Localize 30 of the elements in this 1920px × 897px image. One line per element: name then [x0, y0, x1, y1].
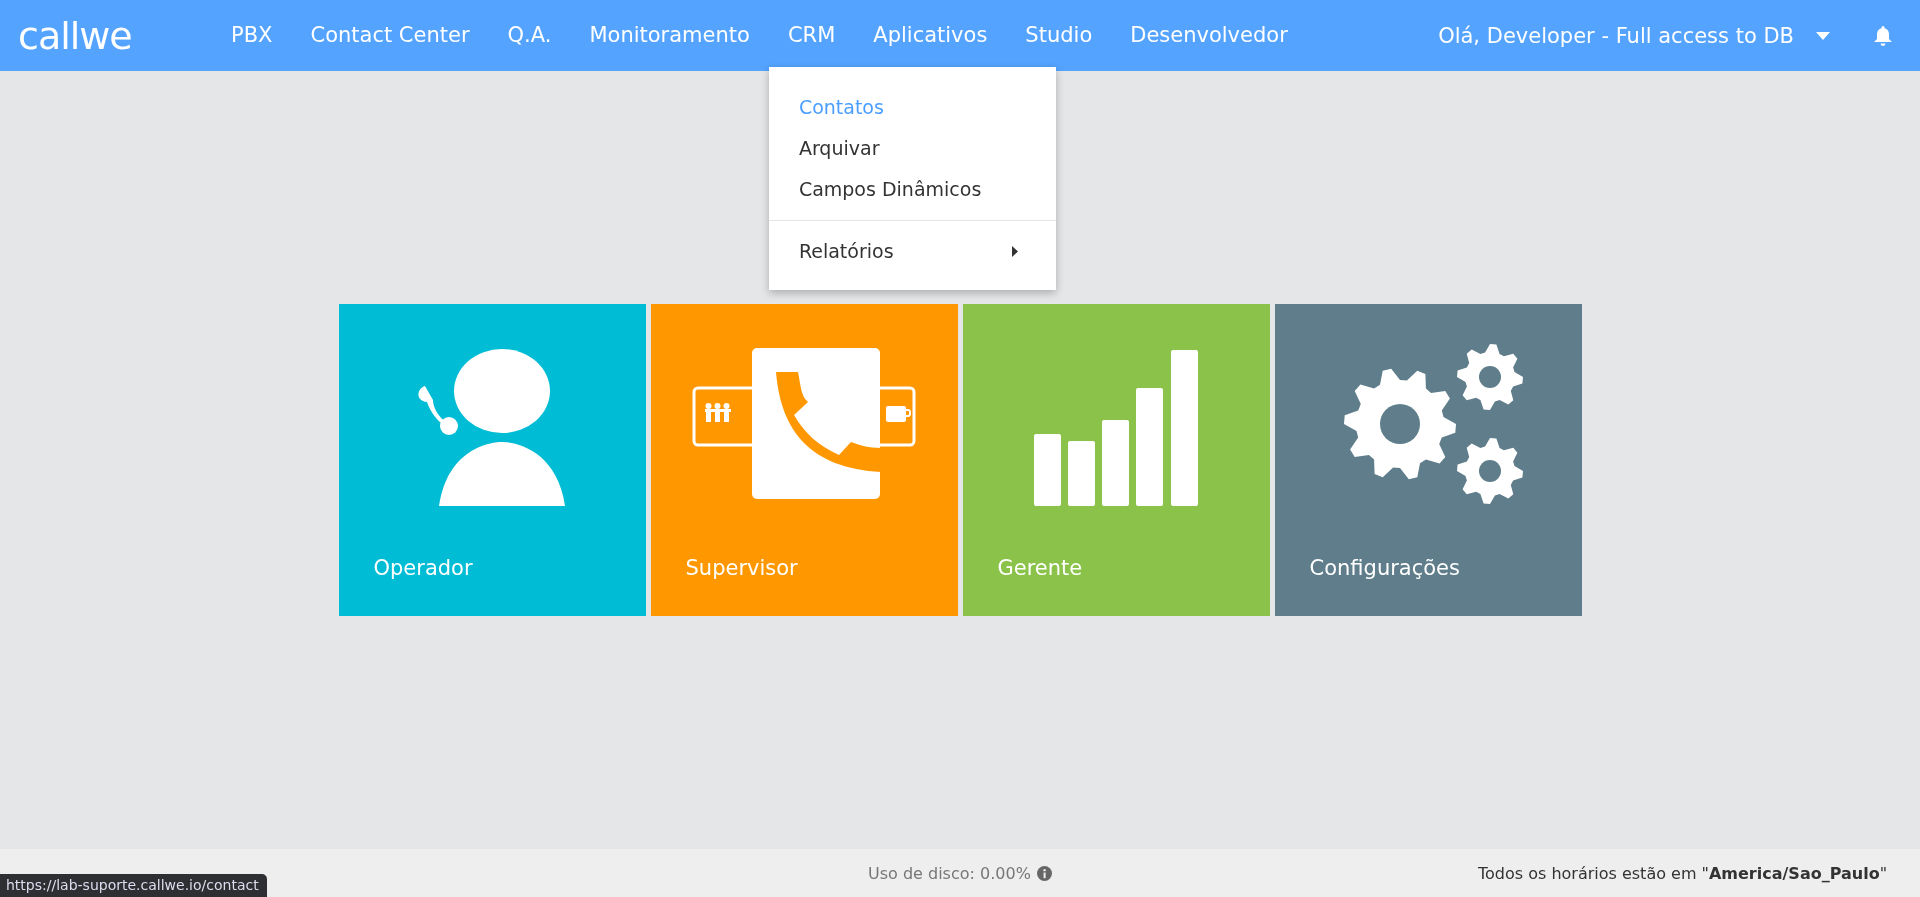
nav-item[interactable]: PBX	[212, 0, 292, 71]
caret-icon	[1011, 246, 1018, 257]
bell-icon[interactable]	[1874, 25, 1892, 46]
menu-item[interactable]: Arquivar	[768, 128, 1056, 169]
nav-item[interactable]: Aplicativos	[854, 0, 1007, 71]
nav-item[interactable]: Studio	[1006, 0, 1112, 71]
menu-item[interactable]: Contatos	[768, 87, 1056, 128]
tile-label: Operador	[372, 556, 474, 580]
user-menu[interactable]: Olá, Developer - Full access to DB	[1438, 23, 1830, 48]
menu-item[interactable]: Relatórios	[768, 231, 1056, 272]
info-icon[interactable]	[1036, 865, 1052, 881]
bar-chart-icon	[1034, 350, 1198, 506]
nav-item[interactable]: Q.A.	[488, 0, 571, 71]
timezone-note: Todos os horários estão em "America/Sao_Paulo"	[1477, 863, 1887, 883]
nav-item[interactable]: Contact Center	[291, 0, 489, 71]
tile[interactable]: Gerente	[962, 304, 1270, 616]
caret-icon	[1816, 31, 1830, 40]
tile-label: Gerente	[996, 556, 1084, 580]
menu-item[interactable]: Campos Dinâmicos	[768, 169, 1056, 210]
tile[interactable]: Configurações	[1274, 304, 1582, 616]
nav-item[interactable]: Desenvolvedor	[1111, 0, 1307, 71]
nav-item[interactable]: CRM	[768, 0, 855, 71]
logo[interactable]: callwe	[18, 13, 158, 58]
nav-item[interactable]: Monitoramento	[570, 0, 769, 71]
tile[interactable]: Operador	[338, 304, 646, 616]
tile[interactable]: Supervisor	[650, 304, 958, 616]
tile-label: Configurações	[1308, 556, 1461, 580]
status-url-tooltip: https://lab-suporte.callwe.io/contact	[0, 874, 267, 897]
tile-label: Supervisor	[684, 556, 799, 580]
disk-usage: Uso de disco: 0.00%	[868, 863, 1031, 883]
